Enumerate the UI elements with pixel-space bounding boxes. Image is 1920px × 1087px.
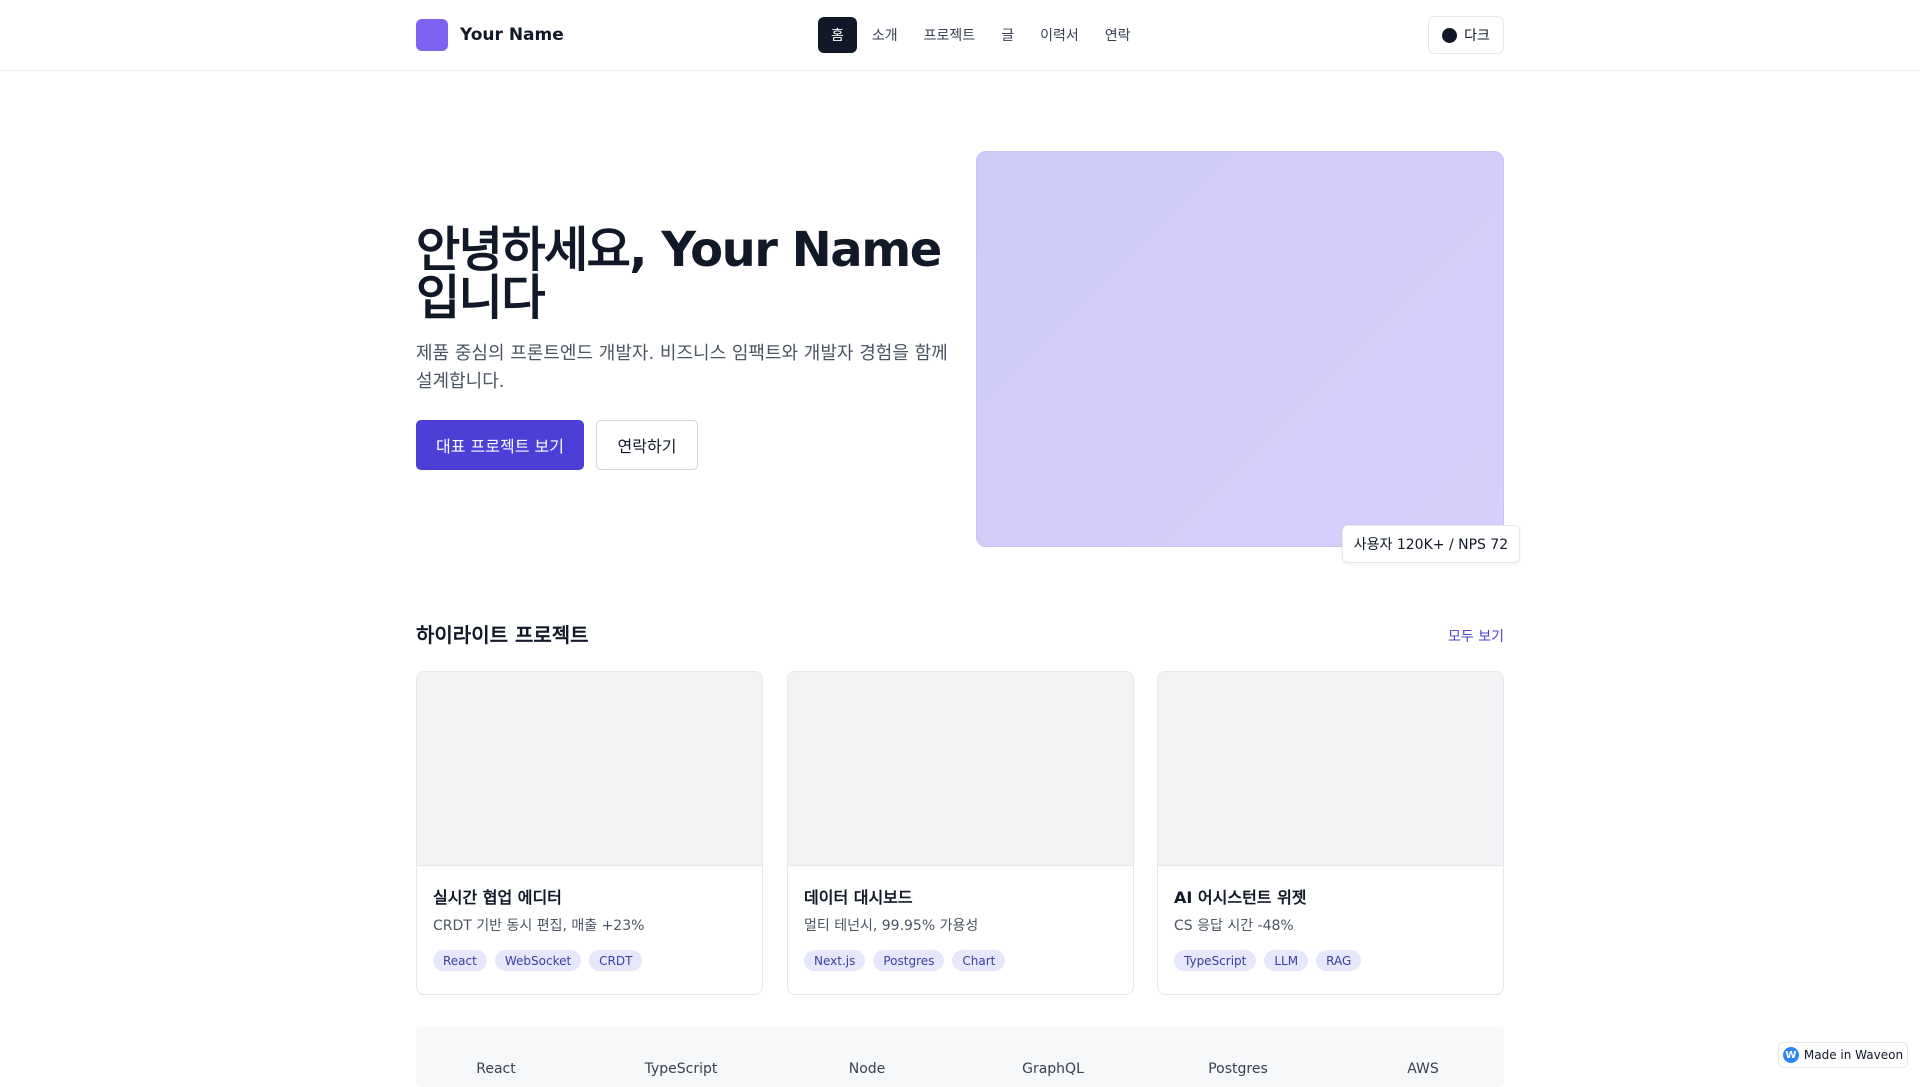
hero-title-line-2: 입니다: [416, 270, 545, 326]
project-description: 멀티 테넌시, 99.95% 가용성: [804, 918, 979, 934]
project-tags: React WebSocket CRDT: [433, 950, 650, 971]
view-projects-button[interactable]: 대표 프로젝트 보기: [416, 420, 584, 470]
project-tags: TypeScript LLM RAG: [1174, 950, 1369, 971]
tag: Chart: [952, 950, 1006, 971]
project-thumbnail: [788, 672, 1133, 866]
project-description: CS 응답 시간 -48%: [1174, 918, 1294, 934]
stack-item: TypeScript: [644, 1061, 718, 1077]
nav-item-posts[interactable]: 글: [990, 17, 1025, 53]
contact-button[interactable]: 연락하기: [596, 420, 698, 470]
stack-item: React: [476, 1061, 516, 1077]
project-title: AI 어시스턴트 위젯: [1174, 888, 1307, 907]
project-title: 데이터 대시보드: [804, 888, 913, 907]
brand[interactable]: Your Name: [416, 19, 564, 51]
see-all-link[interactable]: 모두 보기: [1448, 626, 1504, 646]
tag: Next.js: [804, 950, 866, 971]
tag: React: [433, 950, 487, 971]
tag: CRDT: [589, 950, 643, 971]
hero-subtitle: 제품 중심의 프론트엔드 개발자. 비즈니스 임팩트와 개발자 경험을 함께 설…: [416, 343, 948, 392]
tag: WebSocket: [494, 950, 582, 971]
stack-item: GraphQL: [1022, 1061, 1084, 1077]
stack-item: Node: [848, 1061, 886, 1077]
project-card[interactable]: 실시간 협업 에디터 CRDT 기반 동시 편집, 매출 +23% React …: [416, 671, 763, 995]
project-card[interactable]: 데이터 대시보드 멀티 테넌시, 99.95% 가용성 Next.js Post…: [787, 671, 1134, 995]
theme-toggle-button[interactable]: 다크: [1428, 16, 1504, 54]
project-title: 실시간 협업 에디터: [433, 888, 562, 907]
stats-badge: 사용자 120K+ / NPS 72: [1342, 525, 1520, 563]
top-navigation-bar: Your Name 홈 소개 프로젝트 글 이력서 연락 다크: [0, 0, 1920, 71]
highlights-section-title: 하이라이트 프로젝트: [416, 623, 589, 647]
nav-item-home[interactable]: 홈: [818, 17, 857, 53]
stack-item: Postgres: [1208, 1061, 1268, 1077]
nav-item-resume[interactable]: 이력서: [1029, 17, 1090, 53]
tag: Postgres: [873, 950, 945, 971]
made-in-waveon-badge[interactable]: W Made in Waveon: [1778, 1042, 1908, 1068]
tag: LLM: [1264, 950, 1309, 971]
moon-icon: [1442, 27, 1458, 43]
tech-stack-bar: React TypeScript Node GraphQL Postgres A…: [416, 1027, 1504, 1087]
project-card[interactable]: AI 어시스턴트 위젯 CS 응답 시간 -48% TypeScript LLM…: [1157, 671, 1504, 995]
nav-item-contact[interactable]: 연락: [1094, 17, 1142, 53]
project-thumbnail: [1158, 672, 1503, 866]
theme-toggle-label: 다크: [1464, 27, 1490, 43]
project-tags: Next.js Postgres Chart: [804, 950, 1013, 971]
main-nav: 홈 소개 프로젝트 글 이력서 연락: [818, 17, 1145, 53]
brand-name: Your Name: [460, 25, 564, 45]
tag: RAG: [1316, 950, 1362, 971]
project-description: CRDT 기반 동시 편집, 매출 +23%: [433, 918, 645, 934]
hero-title: 안녕하세요, Your Name 입니다: [416, 226, 976, 322]
hero-image: [976, 151, 1504, 547]
nav-item-projects[interactable]: 프로젝트: [913, 17, 987, 53]
stack-item: AWS: [1407, 1061, 1439, 1077]
tag: TypeScript: [1174, 950, 1257, 971]
made-in-label: Made in Waveon: [1803, 1048, 1904, 1062]
project-thumbnail: [417, 672, 762, 866]
brand-logo-icon: [416, 19, 448, 51]
waveon-logo-icon: W: [1782, 1047, 1799, 1063]
nav-item-about[interactable]: 소개: [861, 17, 909, 53]
